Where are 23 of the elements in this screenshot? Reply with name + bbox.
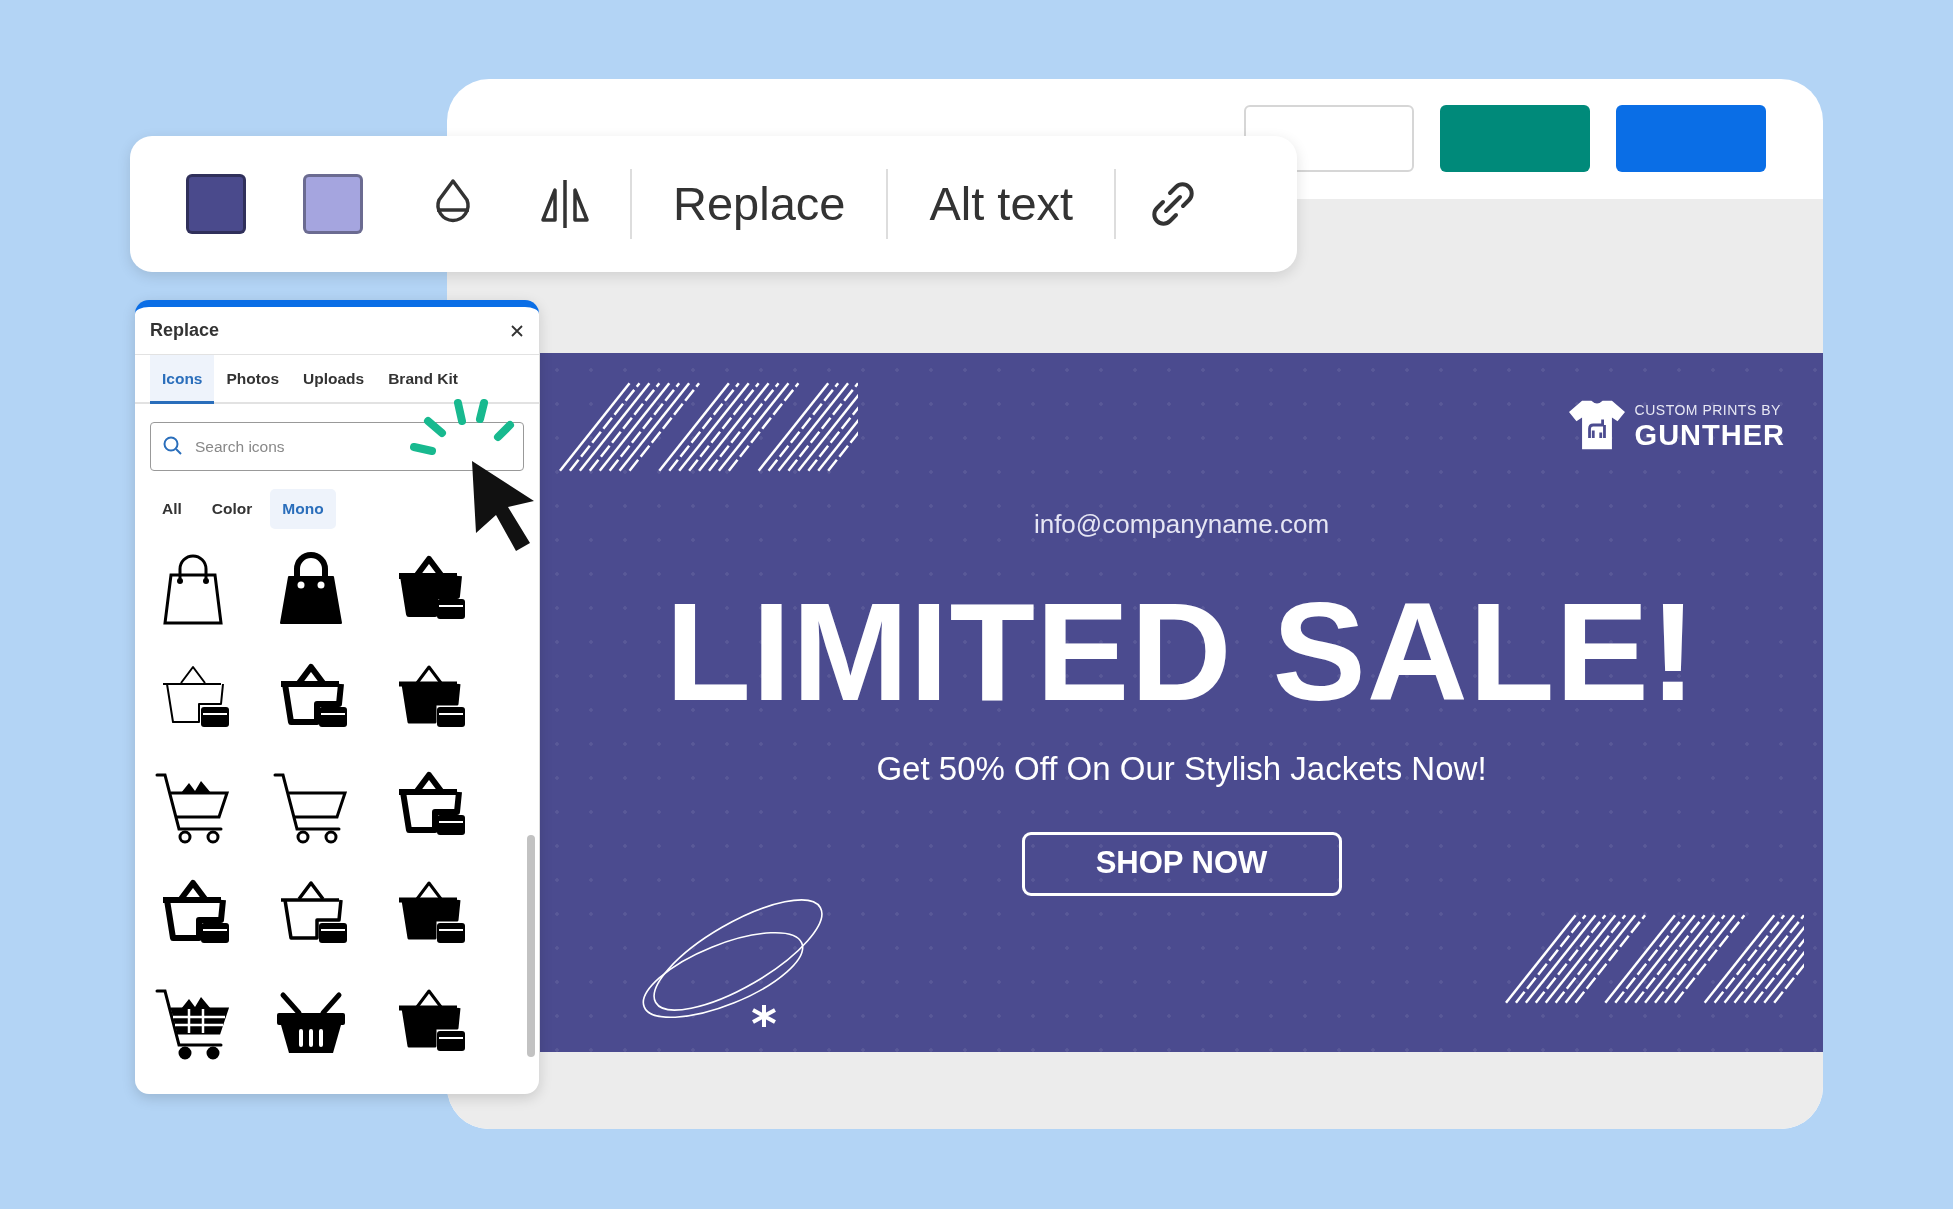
search-field[interactable]: Search icons: [150, 422, 524, 472]
replace-button[interactable]: Replace: [632, 168, 887, 240]
logo-name: GUNTHER: [1634, 421, 1785, 450]
email-text: info@companyname.com: [1033, 508, 1330, 541]
shop-now-button[interactable]: SHOP NOW: [1021, 831, 1342, 896]
close-icon[interactable]: [510, 323, 524, 338]
flip-icon[interactable]: [539, 178, 591, 230]
panel-tab[interactable]: Icons: [150, 355, 215, 405]
panel-title: Replace: [150, 319, 220, 342]
search-icon: [163, 436, 183, 457]
logo-tagline: CUSTOM PRINTS BY: [1634, 401, 1782, 420]
panel-tab[interactable]: Photos: [214, 355, 291, 405]
panel-tab[interactable]: Uploads: [291, 355, 377, 405]
filter-chip[interactable]: All: [150, 489, 194, 529]
panel-tab[interactable]: Brand Kit: [376, 355, 470, 405]
headline: LIMITED SALE!: [664, 582, 1699, 722]
color-swatch[interactable]: [186, 174, 246, 234]
scrollbar[interactable]: [527, 835, 535, 1057]
color-swatch[interactable]: [303, 174, 363, 234]
alt-text-button[interactable]: Alt text: [888, 168, 1115, 240]
filter-chip[interactable]: Color: [199, 489, 265, 529]
subheadline: Get 50% Off On Our Stylish Jackets Now!: [875, 749, 1488, 789]
filter-chip[interactable]: Mono: [270, 489, 336, 529]
